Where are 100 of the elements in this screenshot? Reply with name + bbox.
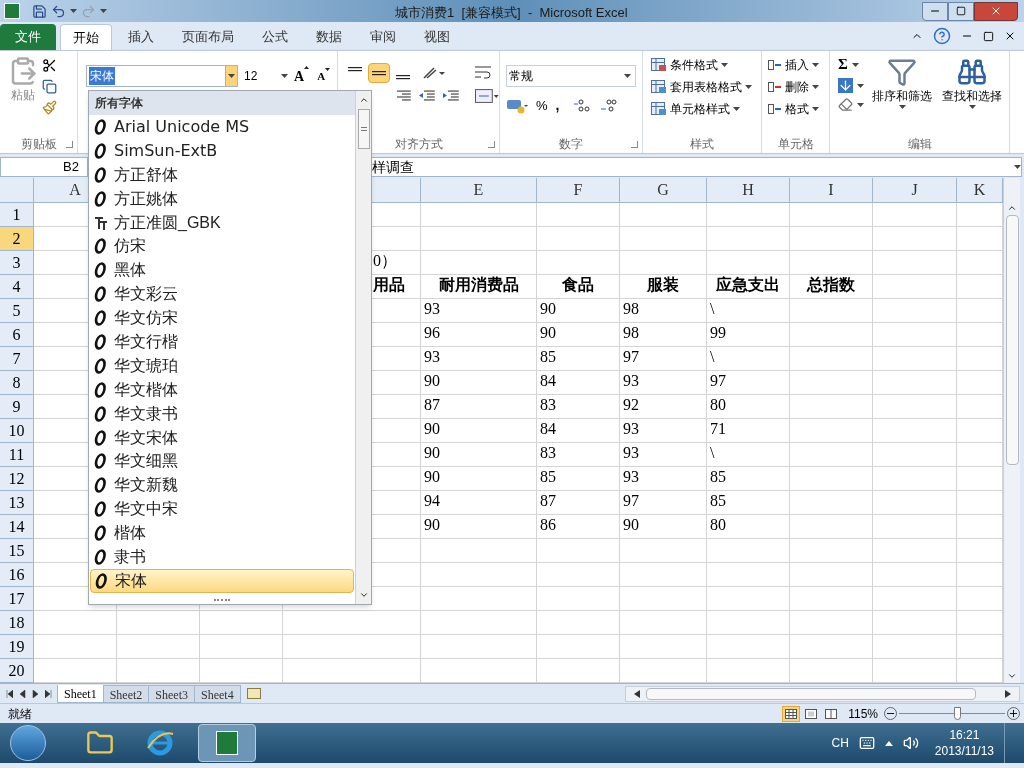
styles-menu-button[interactable]: 条件格式 [651, 55, 761, 74]
close-button[interactable] [974, 1, 1018, 21]
row-header[interactable]: 18 [0, 611, 34, 635]
font-option[interactable]: 华文行楷 [90, 330, 354, 354]
font-option[interactable]: SimSun-ExtB [90, 138, 354, 163]
scroll-up-icon[interactable] [358, 95, 369, 105]
volume-icon[interactable] [902, 735, 919, 751]
clock[interactable]: 16:21 2013/11/13 [934, 727, 994, 759]
restore-icon[interactable] [983, 30, 994, 42]
resize-grip-icon[interactable] [214, 599, 230, 604]
menu-scrollbar[interactable] [355, 91, 371, 604]
excel-taskbar-button[interactable] [198, 724, 256, 762]
autosum-button[interactable]: Σ [838, 55, 864, 74]
ribbon-tab[interactable]: 视图 [412, 24, 462, 50]
font-option[interactable]: 华文楷体 [90, 377, 354, 402]
percent-style-button[interactable]: % [536, 95, 548, 116]
merge-cells-icon[interactable] [475, 89, 499, 103]
dialog-launcher-icon[interactable] [66, 140, 73, 148]
cells-menu-button[interactable]: 格式 [768, 99, 829, 118]
scroll-down-icon[interactable] [358, 590, 369, 600]
scroll-down-icon[interactable] [1007, 671, 1017, 681]
font-option[interactable]: 隶书 [90, 545, 354, 569]
help-icon[interactable] [933, 27, 951, 45]
increase-indent-icon[interactable] [441, 89, 460, 103]
cells-menu-button[interactable]: 删除 [768, 77, 829, 96]
font-option[interactable]: 楷体 [90, 521, 354, 546]
font-option[interactable]: 华文仿宋 [90, 306, 354, 330]
cells-menu-button[interactable]: 插入 [768, 55, 829, 74]
row-header[interactable]: 8 [0, 371, 34, 395]
column-header[interactable]: F [537, 178, 620, 202]
row-header[interactable]: 9 [0, 395, 34, 419]
ribbon-tab[interactable]: 数据 [304, 24, 354, 50]
row-header[interactable]: 7 [0, 347, 34, 371]
ribbon-tab[interactable]: 页面布局 [170, 24, 246, 50]
wrap-text-icon[interactable] [474, 65, 492, 81]
scrollbar-thumb[interactable] [646, 687, 976, 700]
zoom-slider-thumb[interactable] [954, 706, 962, 720]
font-option[interactable]: 宋体 [90, 568, 354, 593]
vertical-scrollbar[interactable] [1003, 178, 1020, 683]
currency-icon[interactable] [506, 97, 528, 114]
clear-icon[interactable] [838, 97, 853, 112]
paste-button[interactable]: 粘贴 [8, 56, 38, 104]
row-header[interactable]: 13 [0, 491, 34, 515]
row-header[interactable]: 2 [0, 227, 34, 251]
sheet-navigation-icon[interactable] [45, 689, 52, 698]
row-header[interactable]: 12 [0, 467, 34, 491]
cut-icon[interactable] [42, 58, 57, 73]
row-header[interactable]: 16 [0, 563, 34, 587]
zoom-level[interactable]: 115% [848, 704, 878, 723]
insert-sheet-icon[interactable] [246, 688, 261, 699]
save-icon[interactable] [32, 3, 47, 19]
scrollbar-thumb[interactable] [1005, 215, 1019, 465]
row-header[interactable]: 17 [0, 587, 34, 611]
show-hidden-icons[interactable] [884, 740, 893, 746]
shrink-font-button[interactable]: A [315, 67, 333, 85]
column-header[interactable]: E [421, 178, 537, 202]
undo-icon[interactable] [51, 3, 66, 19]
font-option[interactable]: 方正准圆_GBK [90, 210, 354, 235]
row-header[interactable]: 19 [0, 635, 34, 659]
decrease-decimal-icon[interactable] [599, 98, 618, 113]
sheet-tab[interactable]: Sheet1 [57, 684, 104, 703]
decrease-indent-icon[interactable] [417, 89, 436, 103]
minimize-button[interactable] [922, 1, 948, 21]
column-header[interactable]: H [707, 178, 790, 202]
view-button[interactable] [782, 705, 801, 722]
scrollbar-thumb[interactable] [357, 109, 370, 149]
keyboard-icon[interactable] [858, 735, 875, 751]
ribbon-tab[interactable]: 插入 [116, 24, 166, 50]
zoom-in-icon[interactable] [1007, 707, 1020, 720]
scroll-up-icon[interactable] [1007, 203, 1017, 213]
font-option[interactable]: 华文隶书 [90, 401, 354, 426]
horizontal-scrollbar[interactable] [625, 685, 1020, 702]
browser-icon[interactable] [145, 728, 175, 758]
sheet-tab[interactable]: Sheet4 [194, 684, 241, 703]
sheet-tab[interactable]: Sheet2 [102, 684, 150, 703]
font-option[interactable]: Arial Unicode MS [90, 115, 354, 139]
font-dropdown-button[interactable] [225, 66, 237, 86]
maximize-button[interactable] [948, 1, 974, 21]
copy-icon[interactable] [42, 79, 57, 94]
close-icon[interactable] [1004, 30, 1016, 42]
align-right-icon[interactable] [396, 89, 412, 103]
sheet-tab[interactable]: Sheet3 [148, 684, 195, 703]
font-option[interactable]: 华文细黑 [90, 449, 354, 474]
dialog-launcher-icon[interactable] [631, 140, 638, 148]
column-header[interactable]: J [873, 178, 957, 202]
styles-menu-button[interactable]: 套用表格格式 [651, 77, 761, 96]
row-header[interactable]: 6 [0, 323, 34, 347]
comma-style-button[interactable]: , [555, 95, 560, 116]
increase-decimal-icon[interactable] [573, 98, 592, 113]
input-language[interactable]: CH [831, 734, 849, 752]
row-header[interactable]: 11 [0, 443, 34, 467]
ribbon-tab[interactable]: 公式 [250, 24, 300, 50]
scroll-right-icon[interactable] [1005, 689, 1011, 698]
row-header[interactable]: 20 [0, 659, 34, 683]
number-format-field[interactable]: 常规 [506, 65, 636, 87]
sort-filter-button[interactable]: 排序和筛选 [870, 55, 934, 135]
vertical-align-button[interactable] [368, 63, 390, 83]
column-header[interactable]: I [790, 178, 873, 202]
styles-menu-button[interactable]: 单元格样式 [651, 99, 761, 118]
grow-font-button[interactable]: A [292, 65, 312, 87]
